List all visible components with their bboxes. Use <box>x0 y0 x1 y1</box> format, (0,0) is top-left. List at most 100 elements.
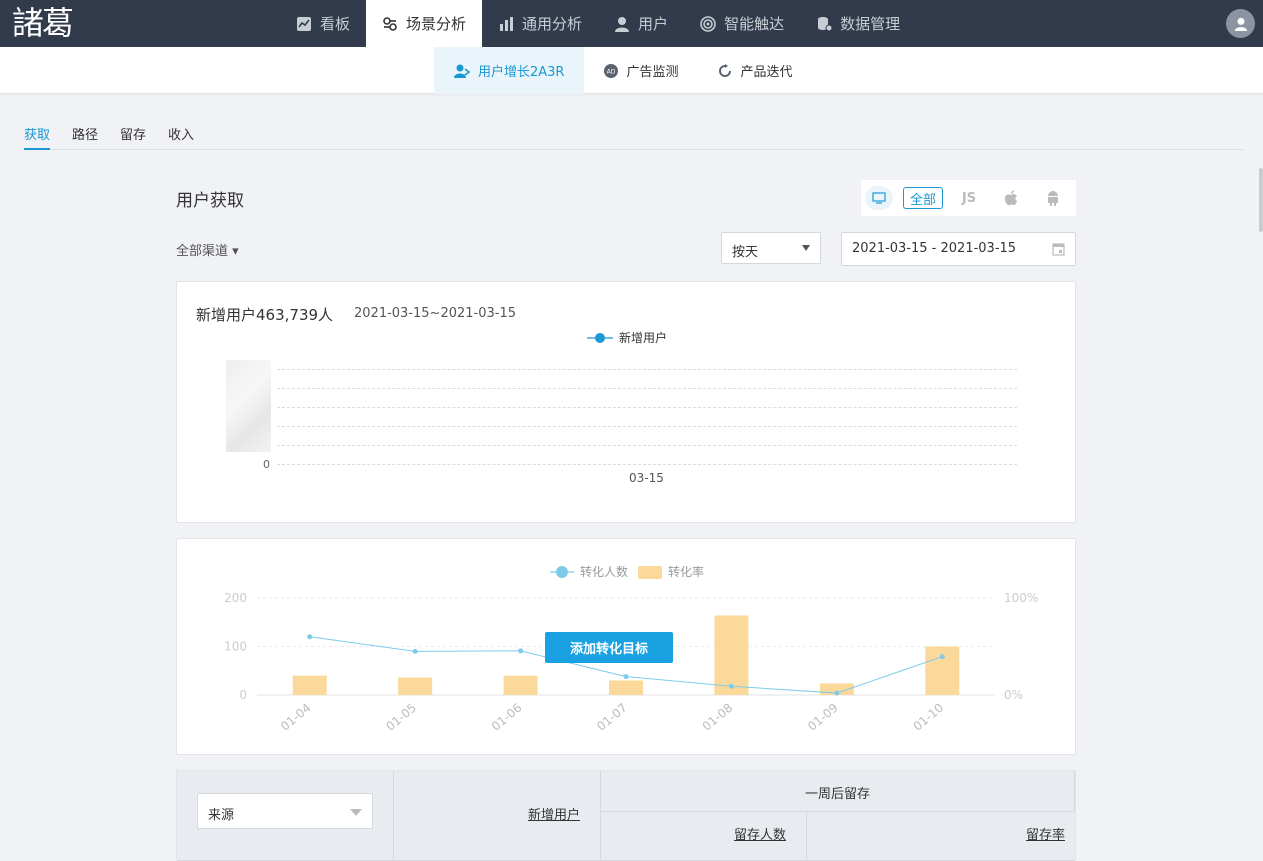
new-users-date: 2021-03-15~2021-03-15 <box>354 306 516 321</box>
chevron-down-icon <box>802 245 810 251</box>
subnav-item-label: 广告监测 <box>626 65 679 80</box>
chart-point <box>728 683 734 689</box>
legend-line-marker-icon <box>587 332 613 343</box>
page-scrollbar[interactable] <box>1259 168 1263 232</box>
legend-conversion-users: 转化人数 <box>580 564 628 579</box>
nav-item-dashboard[interactable]: 看板 <box>280 0 366 47</box>
nav-item-general-analysis[interactable]: 通用分析 <box>482 0 598 47</box>
x-axis-tick-label: 01-06 <box>489 701 525 734</box>
nav-item-label: 看板 <box>320 15 351 33</box>
chart-bar <box>925 646 960 695</box>
dashboard-icon <box>297 16 311 31</box>
chart-point <box>307 634 313 640</box>
platform-js-button[interactable]: JS <box>953 186 985 210</box>
x-axis-tick-label: 01-10 <box>910 701 946 734</box>
x-axis-tick-label: 01-04 <box>278 701 314 734</box>
platform-android-button[interactable] <box>1037 186 1069 210</box>
table-header-retention-rate[interactable]: 留存率 <box>807 812 1075 861</box>
date-range-picker[interactable]: 2021-03-15 - 2021-03-15 <box>841 232 1076 266</box>
channel-filter[interactable]: 全部渠道 ▾ <box>176 240 239 259</box>
nav-item-label: 智能触达 <box>724 15 785 33</box>
chart-bar <box>609 680 643 695</box>
nav-item-smart-reach[interactable]: 智能触达 <box>684 0 800 47</box>
chevron-down-icon <box>350 809 362 816</box>
x-axis-tick-label: 01-09 <box>805 701 841 734</box>
y-axis-zero: 0 <box>263 458 270 471</box>
nav-item-label: 通用分析 <box>522 15 583 33</box>
add-conversion-goal-button[interactable]: 添加转化目标 <box>545 632 673 663</box>
legend-line-dot <box>556 566 568 578</box>
retained-users-header-label: 留存人数 <box>733 828 786 843</box>
y-axis-left-tick: 100 <box>224 640 247 654</box>
platform-all-button[interactable]: 全部 <box>903 187 943 209</box>
redacted-y-axis <box>226 360 271 452</box>
granularity-select[interactable]: 按天 <box>721 232 821 264</box>
table-header-retained-users[interactable]: 留存人数 <box>601 812 807 861</box>
retention-table: 来源 新增用户 一周后留存 留存人数 留存率 <box>176 770 1076 861</box>
nav-item-users[interactable]: 用户 <box>598 0 684 47</box>
nav-item-data-management[interactable]: 数据管理 <box>800 0 916 47</box>
retention-rate-header-label: 留存率 <box>1025 828 1065 843</box>
platform-desktop-button[interactable] <box>865 186 893 210</box>
bar-chart-icon <box>500 16 514 31</box>
subnav-item-user-growth[interactable]: 用户增长2A3R <box>434 47 585 94</box>
conversion-card: 转化人数 转化率 200 100 0 100% 0% 01-04 01-05 01-06 01-07… <box>176 538 1076 755</box>
chart-point <box>834 690 840 696</box>
chart-point <box>623 674 629 680</box>
new-users-header-label: 新增用户 <box>527 808 580 823</box>
x-axis-tick-label: 01-05 <box>383 701 419 734</box>
gridline <box>277 445 1017 446</box>
platform-switcher: 全部 JS <box>861 180 1076 216</box>
platform-ios-button[interactable] <box>995 186 1027 210</box>
subnav-item-label: 产品迭代 <box>740 65 793 80</box>
monitor-icon <box>872 192 886 204</box>
chart-bar <box>292 675 327 695</box>
cycle-icon <box>719 63 732 77</box>
legend-bar-swatch <box>638 566 662 579</box>
source-select[interactable]: 来源 <box>197 793 373 829</box>
gridline <box>277 407 1017 408</box>
chart-bar <box>398 677 433 695</box>
chart-bar <box>714 615 749 695</box>
nav-item-scene-analysis[interactable]: 场景分析 <box>366 0 483 47</box>
chart-point <box>939 654 945 660</box>
gridline <box>277 369 1017 370</box>
y-axis-left-tick: 0 <box>239 688 247 702</box>
js-icon: JS <box>961 190 977 206</box>
page-title: 用户获取 <box>176 191 244 211</box>
subnav-item-product-iteration[interactable]: 产品迭代 <box>698 47 812 94</box>
target-icon <box>700 15 716 32</box>
sub-navbar: 用户增长2A3R AD 广告监测 产品迭代 <box>0 47 1263 94</box>
table-header-week-retention: 一周后留存 <box>601 771 1075 812</box>
x-axis-tick-label: 01-08 <box>700 701 736 734</box>
ad-icon: AD <box>604 63 619 78</box>
tab-retention[interactable]: 留存 <box>120 128 146 150</box>
android-icon <box>1048 191 1058 206</box>
table-header-new-users[interactable]: 新增用户 <box>394 771 601 861</box>
nav-item-label: 数据管理 <box>840 15 901 33</box>
new-users-card: 新增用户463,739人 2021-03-15~2021-03-15 新增用户 … <box>176 281 1076 523</box>
avatar[interactable] <box>1226 9 1255 38</box>
scene-icon <box>383 16 397 31</box>
tab-path[interactable]: 路径 <box>72 128 98 150</box>
date-range-value: 2021-03-15 - 2021-03-15 <box>852 241 1017 256</box>
gridline <box>277 464 1017 465</box>
user-growth-icon <box>454 64 470 78</box>
legend-label: 新增用户 <box>619 331 668 345</box>
user-avatar-icon <box>1234 17 1247 31</box>
main-nav: 看板 场景分析 通用分析 用户 智能触达 数据管理 <box>280 0 916 47</box>
tab-acquisition[interactable]: 获取 <box>24 128 51 150</box>
tab-revenue[interactable]: 收入 <box>168 128 194 150</box>
granularity-value: 按天 <box>732 245 759 260</box>
new-users-legend[interactable]: 新增用户 <box>587 329 667 346</box>
svg-text:AD: AD <box>607 68 616 75</box>
chart-point <box>518 648 524 654</box>
legend-conversion-rate: 转化率 <box>668 564 704 579</box>
top-navbar: 諸葛 看板 场景分析 通用分析 用户 智能触达 数据管理 <box>0 0 1263 47</box>
gridline <box>277 426 1017 427</box>
nav-item-label: 场景分析 <box>406 15 467 33</box>
y-axis-right-tick: 100% <box>1004 591 1038 605</box>
subnav-item-ad-monitoring[interactable]: AD 广告监测 <box>584 47 698 94</box>
logo[interactable]: 諸葛 <box>12 3 74 43</box>
new-users-title: 新增用户463,739人 <box>196 306 334 324</box>
